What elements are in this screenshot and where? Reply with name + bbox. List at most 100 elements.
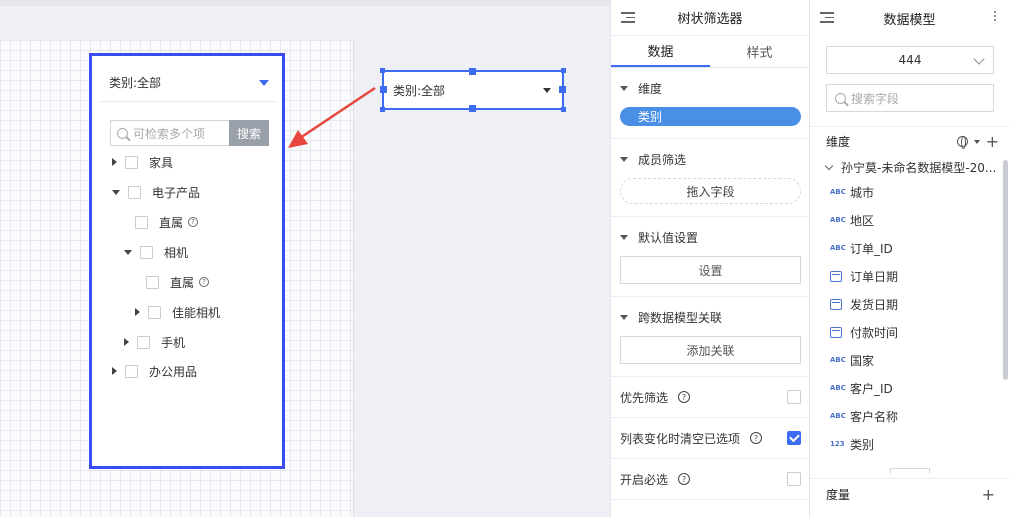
resize-handle-top[interactable] <box>469 68 476 75</box>
help-icon[interactable]: ? <box>678 473 691 485</box>
add-measure-icon[interactable]: + <box>982 486 995 502</box>
field-item[interactable]: 订单日期 <box>810 262 1009 290</box>
chevron-down-icon[interactable] <box>824 161 834 170</box>
caret-down-icon[interactable] <box>973 139 980 144</box>
dimension-field-pill[interactable]: 类别 <box>620 107 801 126</box>
field-item[interactable]: ABC 城市 <box>810 178 1009 206</box>
model-select[interactable]: 444 <box>826 46 994 74</box>
tree-node-label: 办公用品 <box>149 364 198 379</box>
set-default-button[interactable]: 设置 <box>620 256 801 284</box>
tab-data[interactable]: 数据 <box>611 36 710 67</box>
field-item[interactable]: ABC 客户_ID <box>810 374 1009 402</box>
field-search-input[interactable]: 搜索字段 <box>826 84 994 112</box>
field-item[interactable]: 123 类别 <box>810 430 1009 458</box>
field-name: 地区 <box>850 213 875 228</box>
field-item[interactable]: ABC 客户名称 <box>810 402 1009 430</box>
resize-handle-bottom-right[interactable] <box>561 107 566 112</box>
option-label: 列表变化时清空已选项 <box>620 431 741 446</box>
member-filter-drop-zone[interactable]: 拖入字段 <box>620 178 801 204</box>
date-type-icon <box>830 298 842 310</box>
expand-arrow-icon[interactable] <box>112 158 117 166</box>
resize-handle-bottom[interactable] <box>469 105 476 112</box>
tree-node-checkbox[interactable] <box>146 275 159 289</box>
tree-search-input[interactable]: 可检索多个项 <box>110 120 229 146</box>
add-dimension-icon[interactable]: + <box>986 133 999 149</box>
expand-arrow-icon[interactable] <box>135 308 140 316</box>
resize-handle-bottom-left[interactable] <box>380 107 385 112</box>
tree-node-electronics[interactable]: 电子产品 <box>112 182 200 202</box>
tree-node-checkbox[interactable] <box>128 185 141 199</box>
dropdown-caret-icon[interactable] <box>543 87 551 93</box>
tree-node-checkbox[interactable] <box>125 364 138 378</box>
tree-node-canon[interactable]: 佳能相机 <box>135 302 220 322</box>
text-type-icon: ABC <box>830 188 846 196</box>
filter-panel-tabs: 数据 样式 <box>611 36 809 68</box>
annotation-arrow-icon <box>288 86 376 148</box>
dropdown-caret-icon[interactable] <box>259 79 269 86</box>
tree-node-label: 直属 <box>170 275 195 290</box>
split-drag-handle[interactable] <box>890 468 930 474</box>
field-item[interactable]: 付款时间 <box>810 318 1009 346</box>
resize-handle-top-left[interactable] <box>380 68 385 73</box>
dimension-section-title: 维度 <box>638 82 663 96</box>
tree-node-checkbox[interactable] <box>148 305 161 319</box>
tree-node-phone[interactable]: 手机 <box>124 332 185 352</box>
collapse-arrow-icon[interactable] <box>124 249 132 255</box>
tree-node-direct[interactable]: 直属 ? <box>135 212 199 232</box>
dashboard-canvas[interactable]: 类别:全部 可检索多个项 搜索 家具 电子产品 直属 ? 相机 直属 ? 佳能相… <box>0 0 610 517</box>
default-value-header[interactable]: 默认值设置 <box>620 229 801 246</box>
field-item[interactable]: ABC 地区 <box>810 206 1009 234</box>
tree-filter-widget[interactable]: 类别:全部 可检索多个项 搜索 家具 电子产品 直属 ? 相机 直属 ? 佳能相… <box>89 53 285 469</box>
collapse-arrow-icon[interactable] <box>112 189 120 195</box>
option-required: 开启必选? <box>611 459 809 500</box>
cross-model-header[interactable]: 跨数据模型关联 <box>620 309 801 326</box>
tree-node-checkbox[interactable] <box>125 155 138 169</box>
tree-node-checkbox[interactable] <box>140 245 153 259</box>
field-item[interactable]: ABC 订单_ID <box>810 234 1009 262</box>
member-filter-header[interactable]: 成员筛选 <box>620 151 801 168</box>
field-search-placeholder: 搜索字段 <box>851 91 900 106</box>
compact-filter-label: 类别:全部 <box>393 83 446 98</box>
tree-node-checkbox[interactable] <box>137 335 150 349</box>
required-checkbox[interactable] <box>787 472 801 486</box>
resize-handle-right[interactable] <box>559 86 566 93</box>
resize-handle-left[interactable] <box>380 86 387 93</box>
tree-node-camera[interactable]: 相机 <box>124 242 188 262</box>
model-panel-header: 数据模型 <box>810 0 1009 36</box>
expand-arrow-icon[interactable] <box>112 367 117 375</box>
tree-search-button[interactable]: 搜索 <box>229 120 269 146</box>
clear-on-change-checkbox[interactable] <box>787 431 801 445</box>
chevron-down-icon <box>973 53 985 65</box>
field-item[interactable]: ABC 国家 <box>810 346 1009 374</box>
help-icon[interactable]: ? <box>750 432 763 444</box>
help-icon[interactable]: ? <box>199 277 210 287</box>
resize-handle-top-right[interactable] <box>561 68 566 73</box>
compact-filter-widget[interactable]: 类别:全部 <box>380 68 566 112</box>
tree-node-checkbox[interactable] <box>135 215 148 229</box>
tab-style[interactable]: 样式 <box>710 36 809 67</box>
field-list-scrollbar[interactable] <box>1003 160 1008 380</box>
tree-node-direct-camera[interactable]: 直属 ? <box>146 272 210 292</box>
collapse-arrow-icon[interactable] <box>620 315 628 320</box>
collapse-arrow-icon[interactable] <box>620 157 628 162</box>
help-icon[interactable]: ? <box>678 391 691 403</box>
globe-icon[interactable] <box>956 136 968 149</box>
tree-node-label: 电子产品 <box>152 185 201 200</box>
dimension-section-header[interactable]: 维度 <box>620 80 801 97</box>
expand-arrow-icon[interactable] <box>124 338 129 346</box>
tree-node-label: 家具 <box>149 155 174 170</box>
add-association-button[interactable]: 添加关联 <box>620 336 801 364</box>
number-type-icon: 123 <box>830 440 845 448</box>
help-icon[interactable]: ? <box>188 217 199 227</box>
priority-filter-checkbox[interactable] <box>787 390 801 404</box>
field-name: 城市 <box>850 185 875 200</box>
tree-filter-header[interactable]: 类别:全部 <box>99 64 277 102</box>
more-options-icon[interactable] <box>994 11 997 23</box>
collapse-arrow-icon[interactable] <box>620 86 628 91</box>
tree-node-office[interactable]: 办公用品 <box>112 361 197 381</box>
field-name: 付款时间 <box>850 325 899 340</box>
collapse-arrow-icon[interactable] <box>620 235 628 240</box>
tree-node-furniture[interactable]: 家具 <box>112 152 173 172</box>
model-tree-root[interactable]: 孙宁莫-未命名数据模型-20... <box>810 156 1009 178</box>
field-item[interactable]: 发货日期 <box>810 290 1009 318</box>
